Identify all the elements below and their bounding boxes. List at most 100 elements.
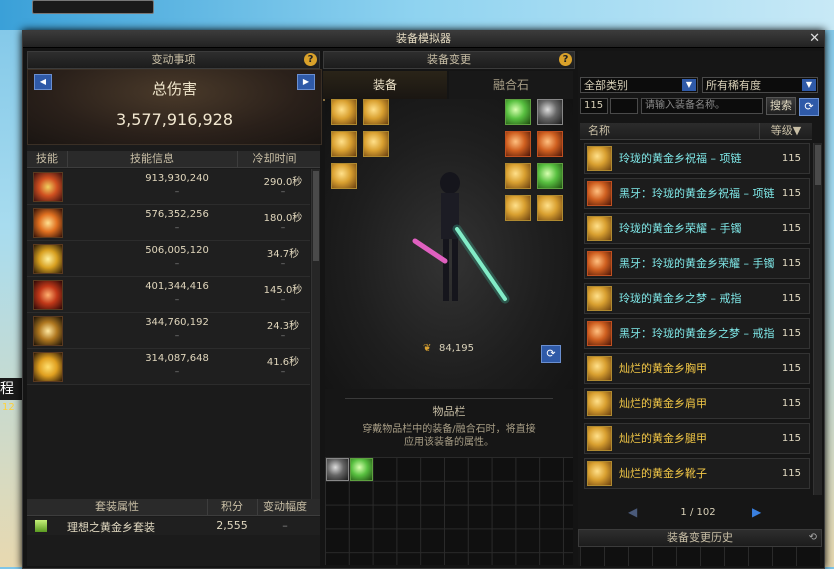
equip-slot-earring[interactable] <box>537 195 563 221</box>
item-list-scrollbar[interactable] <box>813 143 822 495</box>
search-input[interactable]: 请输入装备名称。 <box>641 98 763 114</box>
category-select[interactable]: 全部类别 ▼ <box>580 77 698 93</box>
tab-equipment[interactable]: 装备 <box>323 71 447 101</box>
skill-cooldown: 145.0秒 <box>263 285 303 296</box>
help-icon[interactable]: ? <box>304 53 317 66</box>
item-icon <box>587 321 612 346</box>
skill-row[interactable]: 344,760,192 – 24.3秒 – <box>27 313 310 349</box>
item-level: 115 <box>781 328 801 339</box>
list-item[interactable]: 灿烂的黄金乡胸甲 115 <box>584 353 810 384</box>
prev-page-icon[interactable]: ◀ <box>628 505 637 519</box>
equipment-list-panel: 全部类别 ▼ 所有稀有度 ▼ 115 请输入装备名称。 搜索 ⟳ 名称 等级▼ … <box>578 51 822 566</box>
history-title: 装备变更历史 <box>667 531 733 544</box>
list-item[interactable]: 黑牙：玲珑的黄金乡祝福 – 项链 115 <box>584 178 810 209</box>
next-page-icon[interactable]: ▶ <box>752 505 761 519</box>
equip-slot-necklace[interactable] <box>537 131 563 157</box>
skill-damage-change: – <box>174 295 180 305</box>
equip-slot-title[interactable] <box>363 99 389 125</box>
skill-row[interactable]: 913,930,240 – 290.0秒 – <box>27 169 310 205</box>
item-name: 玲珑的黄金乡之梦 – 戒指 <box>619 291 742 305</box>
help-icon[interactable]: ? <box>559 53 572 66</box>
item-name: 灿烂的黄金乡肩甲 <box>619 396 707 410</box>
inventory-item[interactable] <box>350 458 373 481</box>
list-item[interactable]: 灿烂的黄金乡靴子 115 <box>584 458 810 489</box>
list-item[interactable]: 黑牙：玲珑的黄金乡荣耀 – 手镯 115 <box>584 248 810 279</box>
skill-damage: 314,087,648 <box>145 353 209 364</box>
skill-row[interactable]: 506,005,120 – 34.7秒 – <box>27 241 310 277</box>
list-item[interactable]: 玲珑的黄金乡祝福 – 项链 115 <box>584 143 810 174</box>
window-titlebar[interactable]: 装备模拟器 ✕ <box>23 31 824 48</box>
background-side-number: 12 <box>2 402 15 413</box>
item-name: 玲珑的黄金乡祝福 – 项链 <box>619 151 742 165</box>
search-button[interactable]: 搜索 <box>766 97 796 115</box>
skill-cooldown: 290.0秒 <box>263 177 303 188</box>
top-hud-bar <box>32 0 154 14</box>
level-min-input[interactable]: 115 <box>580 98 608 114</box>
total-damage-box: ◀ ▶ 总伤害 3,577,916,928 <box>27 69 322 145</box>
skill-row[interactable]: 314,087,648 – 41.6秒 – <box>27 349 310 385</box>
skill-icon <box>33 244 63 274</box>
list-item[interactable]: 玲珑的黄金乡荣耀 – 手镯 115 <box>584 213 810 244</box>
skill-damage: 576,352,256 <box>145 209 209 220</box>
equip-slot-top[interactable] <box>331 131 357 157</box>
item-icon <box>587 426 612 451</box>
col-cooldown: 冷却时间 <box>252 152 297 165</box>
item-level: 115 <box>781 398 801 409</box>
reset-icon[interactable]: ⟳ <box>799 98 819 116</box>
col-set-attr: 套装属性 <box>27 499 208 515</box>
equip-slot-aura[interactable] <box>537 99 563 125</box>
list-item[interactable]: 灿烂的黄金乡腿甲 115 <box>584 423 810 454</box>
chevron-down-icon: ▼ <box>682 79 696 91</box>
chevron-down-icon: ▼ <box>802 79 816 91</box>
item-name: 黑牙：玲珑的黄金乡祝福 – 项链 <box>619 186 775 200</box>
col-level[interactable]: 等级▼ <box>760 123 812 139</box>
item-list-header: 名称 等级▼ <box>580 123 812 140</box>
level-max-input[interactable] <box>610 98 638 114</box>
equip-slot-belt[interactable] <box>331 163 357 189</box>
scrollbar-thumb[interactable] <box>815 145 821 185</box>
skill-damage-change: – <box>174 331 180 341</box>
skill-damage-change: – <box>174 187 180 197</box>
skill-scrollbar[interactable] <box>311 169 320 499</box>
inventory-header: 物品栏 穿戴物品栏中的装备/融合石时，将直接应用该装备的属性。 <box>325 389 573 457</box>
changes-panel: 变动事项 ? ◀ ▶ 总伤害 3,577,916,928 技能 技能信息 冷却时… <box>27 51 322 566</box>
tab-fusion-stone[interactable]: 融合石 <box>449 71 573 99</box>
skill-damage: 913,930,240 <box>145 173 209 184</box>
col-change: 变动幅度 <box>263 500 307 513</box>
refresh-icon[interactable]: ⟳ <box>541 345 561 363</box>
list-item[interactable]: 玲珑的黄金乡之梦 – 戒指 115 <box>584 283 810 314</box>
set-score: 2,555 <box>216 519 248 532</box>
set-name: 理想之黄金乡套装 <box>67 521 155 534</box>
skill-damage: 506,005,120 <box>145 245 209 256</box>
equip-slot-pet[interactable] <box>505 99 531 125</box>
inventory-grid[interactable] <box>325 457 573 565</box>
equip-slot-support[interactable] <box>537 163 563 189</box>
skill-cooldown: 24.3秒 <box>266 321 300 332</box>
rarity-select[interactable]: 所有稀有度 ▼ <box>702 77 818 93</box>
window-title: 装备模拟器 <box>396 32 451 45</box>
divider <box>345 398 553 399</box>
equip-slot-weapon[interactable] <box>331 99 357 125</box>
item-level: 115 <box>781 258 801 269</box>
scrollbar-thumb[interactable] <box>313 171 319 261</box>
skill-row[interactable]: 401,344,416 – 145.0秒 – <box>27 277 310 313</box>
refresh-icon[interactable]: ⟲ <box>809 530 817 546</box>
skill-icon <box>33 280 63 310</box>
set-row[interactable]: 理想之黄金乡套装 2,555 – <box>27 517 320 535</box>
list-item[interactable]: 灿烂的黄金乡肩甲 115 <box>584 388 810 419</box>
history-header: 装备变更历史 ⟲ <box>578 529 822 547</box>
equip-slot-bracelet[interactable] <box>505 131 531 157</box>
total-damage-label: 总伤害 <box>151 80 197 98</box>
character-avatar <box>412 172 510 304</box>
inventory-item[interactable] <box>326 458 349 481</box>
equip-slot-head[interactable] <box>363 131 389 157</box>
skill-cooldown-change: – <box>280 331 286 341</box>
col-name[interactable]: 名称 <box>580 123 760 139</box>
col-score: 积分 <box>207 499 258 515</box>
item-list: 玲珑的黄金乡祝福 – 项链 115 黑牙：玲珑的黄金乡祝福 – 项链 115 玲… <box>578 143 822 499</box>
close-icon[interactable]: ✕ <box>809 31 820 47</box>
skill-cooldown-change: – <box>280 295 286 305</box>
skill-row[interactable]: 576,352,256 – 180.0秒 – <box>27 205 310 241</box>
list-item[interactable]: 黑牙：玲珑的黄金乡之梦 – 戒指 115 <box>584 318 810 349</box>
equip-change-header: 装备变更 ? <box>323 51 575 69</box>
